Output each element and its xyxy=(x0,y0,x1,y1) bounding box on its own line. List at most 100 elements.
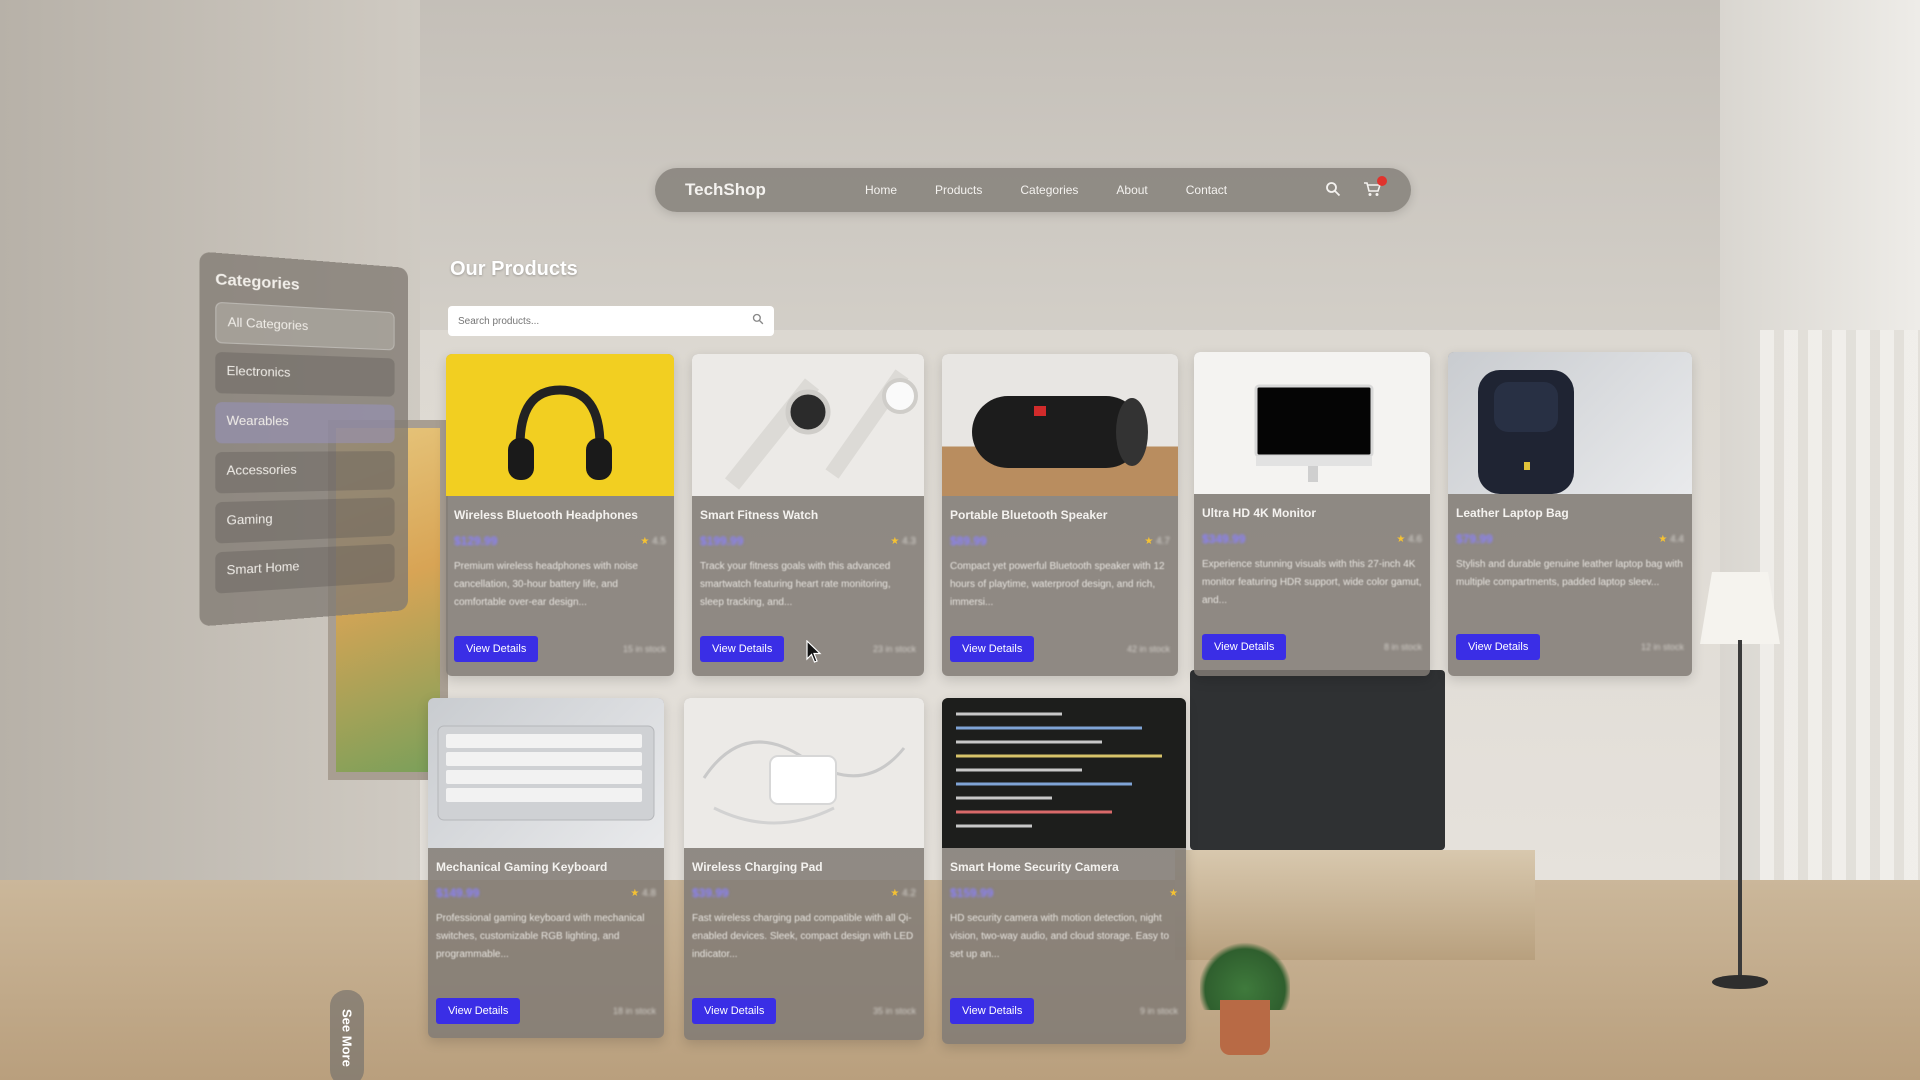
view-details-button[interactable]: View Details xyxy=(950,998,1035,1024)
nav-link-about[interactable]: About xyxy=(1116,183,1147,197)
stock-status: 35 in stock xyxy=(872,1006,916,1016)
search-icon[interactable] xyxy=(752,312,764,330)
product-price: $39.99 xyxy=(692,886,729,900)
nav-link-products[interactable]: Products xyxy=(935,183,982,197)
product-price: $89.99 xyxy=(950,534,987,548)
price-row: $149.99 ★ 4.8 xyxy=(436,886,656,900)
star-icon: ★ xyxy=(1658,533,1668,545)
plant-pot xyxy=(1220,1000,1270,1055)
product-card: Wireless Bluetooth Headphones $129.99 ★ … xyxy=(446,354,674,676)
product-image-watch[interactable] xyxy=(692,354,924,496)
product-image-headphones[interactable] xyxy=(446,354,674,496)
categories-panel: Categories All Categories Electronics We… xyxy=(199,251,408,627)
nav-icons xyxy=(1325,176,1387,199)
star-icon: ★ xyxy=(1169,887,1178,899)
category-smart-home[interactable]: Smart Home xyxy=(215,543,395,594)
stock-status: 9 in stock xyxy=(1139,1006,1178,1016)
product-price: $199.99 xyxy=(700,534,744,548)
price-row: $199.99 ★ 4.3 xyxy=(700,534,916,548)
stock-status: 18 in stock xyxy=(612,1006,656,1016)
product-description: Fast wireless charging pad compatible wi… xyxy=(692,913,914,960)
price-row: $349.99 ★ 4.6 xyxy=(1202,532,1422,546)
product-image-security-camera[interactable] xyxy=(942,698,1186,848)
product-image-charging-pad[interactable] xyxy=(684,698,924,848)
product-price: $129.99 xyxy=(454,534,498,548)
view-details-button[interactable]: View Details xyxy=(1202,634,1287,660)
star-icon: ★ xyxy=(890,535,900,547)
see-more-button[interactable]: See More xyxy=(330,990,364,1080)
view-details-button[interactable]: View Details xyxy=(700,636,785,662)
product-card: Wireless Charging Pad $39.99 ★ 4.2 Fast … xyxy=(684,698,924,1040)
product-image-speaker[interactable] xyxy=(942,354,1178,496)
star-icon: ★ xyxy=(640,535,650,547)
cart-icon[interactable] xyxy=(1363,176,1387,199)
product-info: Mechanical Gaming Keyboard $149.99 ★ 4.8… xyxy=(428,848,664,1038)
cart-badge xyxy=(1377,176,1387,186)
card-footer: View Details 15 in stock xyxy=(454,636,666,662)
category-all[interactable]: All Categories xyxy=(215,301,395,351)
star-icon: ★ xyxy=(1144,535,1154,547)
stock-status: 23 in stock xyxy=(872,644,916,654)
category-wearables[interactable]: Wearables xyxy=(215,401,395,444)
product-description: Premium wireless headphones with noise c… xyxy=(454,561,638,608)
product-name: Smart Fitness Watch xyxy=(700,508,819,522)
view-details-button[interactable]: View Details xyxy=(454,636,539,662)
product-description: Track your fitness goals with this advan… xyxy=(700,561,891,608)
product-info: Smart Home Security Camera $159.99 ★ HD … xyxy=(942,848,1186,1044)
nav-link-contact[interactable]: Contact xyxy=(1186,183,1227,197)
view-details-button[interactable]: View Details xyxy=(950,636,1035,662)
card-footer: View Details 12 in stock xyxy=(1456,634,1684,660)
card-footer: View Details 9 in stock xyxy=(950,998,1178,1024)
product-name: Leather Laptop Bag xyxy=(1456,506,1569,520)
product-image-laptop-bag[interactable] xyxy=(1448,352,1692,494)
product-description: Experience stunning visuals with this 27… xyxy=(1202,559,1422,606)
top-navbar: TechShop Home Products Categories About … xyxy=(655,168,1411,212)
product-image-keyboard[interactable] xyxy=(428,698,664,848)
product-description: Stylish and durable genuine leather lapt… xyxy=(1456,559,1683,588)
product-card: Smart Home Security Camera $159.99 ★ HD … xyxy=(942,698,1186,1044)
lamp-base xyxy=(1712,975,1768,989)
search-input[interactable] xyxy=(458,315,752,327)
product-rating: ★ 4.4 xyxy=(1658,533,1684,545)
nav-links: Home Products Categories About Contact xyxy=(865,183,1325,197)
product-price: $349.99 xyxy=(1202,532,1246,546)
product-card: Ultra HD 4K Monitor $349.99 ★ 4.6 Experi… xyxy=(1194,352,1430,676)
product-card: Portable Bluetooth Speaker $89.99 ★ 4.7 … xyxy=(942,354,1178,676)
category-accessories[interactable]: Accessories xyxy=(215,451,395,494)
stock-status: 12 in stock xyxy=(1640,642,1684,652)
product-name: Portable Bluetooth Speaker xyxy=(950,508,1108,522)
view-details-button[interactable]: View Details xyxy=(1456,634,1541,660)
view-details-button[interactable]: View Details xyxy=(436,998,521,1024)
product-image-monitor[interactable] xyxy=(1194,352,1430,494)
lamp-pole xyxy=(1738,640,1742,980)
stock-status: 42 in stock xyxy=(1126,644,1170,654)
search-bar xyxy=(448,306,774,336)
product-info: Wireless Charging Pad $39.99 ★ 4.2 Fast … xyxy=(684,848,924,1040)
card-footer: View Details 35 in stock xyxy=(692,998,916,1024)
product-rating: ★ 4.5 xyxy=(640,535,666,547)
product-price: $159.99 xyxy=(950,886,994,900)
card-footer: View Details 18 in stock xyxy=(436,998,656,1024)
search-icon[interactable] xyxy=(1325,181,1343,199)
nav-link-home[interactable]: Home xyxy=(865,183,897,197)
page-title: Our Products xyxy=(450,258,578,280)
card-footer: View Details 42 in stock xyxy=(950,636,1170,662)
star-icon: ★ xyxy=(890,887,900,899)
product-description: HD security camera with motion detection… xyxy=(950,913,1170,960)
brand-logo[interactable]: TechShop xyxy=(685,180,865,200)
price-row: $39.99 ★ 4.2 xyxy=(692,886,916,900)
product-rating: ★ 4.2 xyxy=(890,887,916,899)
nav-link-categories[interactable]: Categories xyxy=(1020,183,1078,197)
product-rating: ★ xyxy=(1169,888,1178,899)
view-details-button[interactable]: View Details xyxy=(692,998,777,1024)
star-icon: ★ xyxy=(630,887,640,899)
product-info: Portable Bluetooth Speaker $89.99 ★ 4.7 … xyxy=(942,496,1178,666)
star-icon: ★ xyxy=(1396,533,1406,545)
stock-status: 8 in stock xyxy=(1383,642,1422,652)
category-gaming[interactable]: Gaming xyxy=(215,497,395,544)
mouse-cursor-icon xyxy=(806,640,822,663)
category-electronics[interactable]: Electronics xyxy=(215,351,395,397)
product-info: Wireless Bluetooth Headphones $129.99 ★ … xyxy=(446,496,674,666)
product-rating: ★ 4.6 xyxy=(1396,533,1422,545)
product-rating: ★ 4.8 xyxy=(630,887,656,899)
